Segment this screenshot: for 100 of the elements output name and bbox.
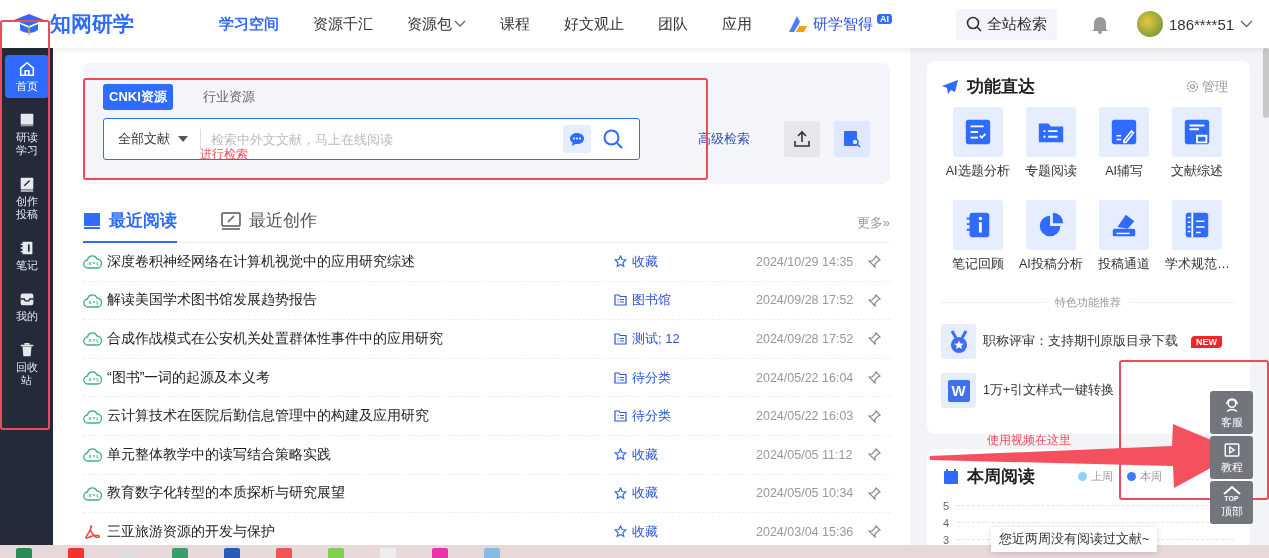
xml-cloud-icon bbox=[83, 292, 102, 308]
folder-icon bbox=[614, 410, 627, 423]
pin-icon[interactable] bbox=[868, 293, 881, 307]
global-search-button[interactable]: 全站检索 bbox=[956, 8, 1057, 40]
annotation-note: 使用视频在这里 bbox=[987, 432, 1071, 449]
star-icon bbox=[614, 525, 627, 539]
function-tile[interactable]: 投稿通道 bbox=[1087, 200, 1161, 273]
pin-icon[interactable] bbox=[868, 448, 881, 462]
folder-tag[interactable]: 待分类 bbox=[614, 407, 756, 426]
nav-tab[interactable]: 好文观止 bbox=[547, 14, 641, 34]
function-tile[interactable]: 笔记回顾 bbox=[941, 200, 1015, 273]
caret-icon bbox=[178, 136, 188, 142]
folder-tag[interactable]: 图书馆 bbox=[614, 291, 756, 310]
scrollbar[interactable] bbox=[1263, 48, 1269, 118]
reading-tab[interactable]: 最近阅读 bbox=[83, 209, 177, 243]
xml-cloud-icon bbox=[83, 447, 102, 463]
folder-tag[interactable]: 收藏 bbox=[614, 445, 756, 464]
featured-item[interactable]: 职称评审：支持期刊原版目录下载 NEW bbox=[941, 324, 1222, 359]
folder-tag[interactable]: 收藏 bbox=[614, 522, 756, 541]
logo-text: 知网研学 bbox=[50, 11, 134, 37]
pin-icon[interactable] bbox=[868, 371, 881, 385]
chevron-down-icon bbox=[1240, 20, 1254, 28]
float-button[interactable]: 客服 bbox=[1210, 391, 1253, 434]
pin-icon[interactable] bbox=[868, 332, 881, 346]
function-tile[interactable]: 学术规范… bbox=[1160, 200, 1234, 273]
chat-button[interactable] bbox=[563, 125, 592, 153]
pin-icon[interactable] bbox=[868, 486, 881, 500]
card-title: 功能直达 bbox=[967, 76, 1035, 98]
document-title[interactable]: “图书”一词的起源及本义考 bbox=[107, 368, 614, 387]
function-tile[interactable]: AI选题分析 bbox=[941, 107, 1015, 180]
folder-tag[interactable]: 测试; 12 bbox=[614, 330, 756, 348]
nav-tab[interactable]: 课程 bbox=[483, 14, 547, 34]
document-title[interactable]: 三亚旅游资源的开发与保护 bbox=[107, 522, 614, 541]
folder-tag[interactable]: 待分类 bbox=[614, 368, 756, 387]
read-date: 2024/09/28 17:52 bbox=[756, 293, 855, 308]
book-icon bbox=[83, 211, 101, 230]
source-tab[interactable]: 行业资源 bbox=[200, 84, 257, 110]
float-button[interactable]: 教程 bbox=[1210, 436, 1253, 479]
xml-cloud-icon bbox=[83, 254, 102, 270]
new-badge: NEW bbox=[1191, 335, 1222, 348]
chat-bubble-icon bbox=[569, 131, 586, 147]
sidebar-item[interactable]: 创作投稿 bbox=[4, 170, 49, 226]
document-search-button[interactable] bbox=[834, 121, 870, 157]
sidebar-item[interactable]: 首页 bbox=[4, 55, 49, 98]
function-tile[interactable]: 文献综述 bbox=[1160, 107, 1234, 180]
xml-cloud-icon bbox=[83, 485, 102, 501]
document-title[interactable]: 合成作战模式在公安机关处置群体性事件中的应用研究 bbox=[107, 330, 614, 348]
read-date: 2024/09/28 17:52 bbox=[756, 332, 855, 346]
reading-tab[interactable]: 最近创作 bbox=[221, 209, 317, 243]
pin-icon[interactable] bbox=[868, 525, 881, 539]
ai-link[interactable]: 研学智得 bbox=[813, 14, 873, 34]
folder-icon bbox=[614, 294, 627, 307]
nav-tab[interactable]: 团队 bbox=[641, 14, 705, 34]
nav-tab[interactable]: 应用 bbox=[705, 14, 769, 34]
axis-label: 5 bbox=[943, 499, 950, 512]
avatar[interactable] bbox=[1137, 11, 1163, 37]
document-title[interactable]: 深度卷积神经网络在计算机视觉中的应用研究综述 bbox=[107, 252, 614, 271]
pin-icon[interactable] bbox=[868, 409, 881, 423]
nav-tab[interactable]: 资源包 bbox=[390, 14, 483, 34]
home-icon bbox=[17, 60, 36, 78]
star-icon bbox=[614, 486, 627, 500]
document-title[interactable]: 解读美国学术图书馆发展趋势报告 bbox=[107, 291, 614, 310]
nav-tab[interactable]: 学习空间 bbox=[202, 14, 296, 34]
document-title[interactable]: 单元整体教学中的读写结合策略实践 bbox=[107, 445, 614, 464]
chevron-up-icon bbox=[1221, 486, 1242, 495]
upload-icon bbox=[793, 130, 812, 148]
section-label: 特色功能推荐 bbox=[1054, 295, 1121, 310]
featured-item[interactable]: W 1万+引文样式一键转换 bbox=[941, 373, 1115, 408]
function-tile[interactable]: AI投稿分析 bbox=[1014, 200, 1088, 273]
upload-button[interactable] bbox=[784, 121, 821, 157]
xml-cloud-icon bbox=[83, 331, 102, 347]
scope-dropdown[interactable]: 全部文献 bbox=[104, 129, 201, 149]
sidebar-item[interactable]: 我的 bbox=[4, 285, 49, 328]
card-title: 本周阅读 bbox=[967, 466, 1035, 488]
user-name[interactable]: 186****51 bbox=[1169, 15, 1235, 33]
spark-logo-icon bbox=[787, 14, 809, 34]
bell-icon[interactable] bbox=[1091, 14, 1109, 34]
settings-icon bbox=[1186, 80, 1199, 93]
document-title[interactable]: 教育数字化转型的本质探析与研究展望 bbox=[107, 484, 614, 503]
read-date: 2024/05/22 16:04 bbox=[756, 370, 855, 385]
folder-tag[interactable]: 收藏 bbox=[614, 484, 756, 503]
document-title[interactable]: 云计算技术在医院后勤信息管理中的构建及应用研究 bbox=[107, 407, 614, 426]
folder-tag[interactable]: 收藏 bbox=[614, 252, 756, 271]
video-icon bbox=[1222, 440, 1241, 459]
read-date: 2024/05/05 11:12 bbox=[756, 447, 854, 462]
pin-icon[interactable] bbox=[868, 255, 881, 269]
function-tile[interactable]: 专题阅读 bbox=[1014, 107, 1088, 180]
sidebar-item[interactable]: 回收站 bbox=[4, 336, 49, 392]
document-search-icon bbox=[843, 130, 861, 148]
search-icon bbox=[966, 16, 982, 32]
nav-tab[interactable]: 资源千汇 bbox=[296, 14, 390, 34]
read-date: 2024/05/05 10:34 bbox=[756, 486, 855, 501]
sidebar-item[interactable]: 研读学习 bbox=[4, 106, 49, 162]
folder-icon bbox=[614, 333, 627, 345]
function-tile[interactable]: AI辅写 bbox=[1087, 107, 1161, 180]
pdf-file-icon bbox=[83, 523, 101, 540]
axis-label: 3 bbox=[943, 533, 950, 546]
source-tab[interactable]: CNKI资源 bbox=[103, 84, 173, 110]
search-icon bbox=[603, 129, 624, 149]
sidebar-item[interactable]: 笔记 bbox=[4, 234, 49, 277]
